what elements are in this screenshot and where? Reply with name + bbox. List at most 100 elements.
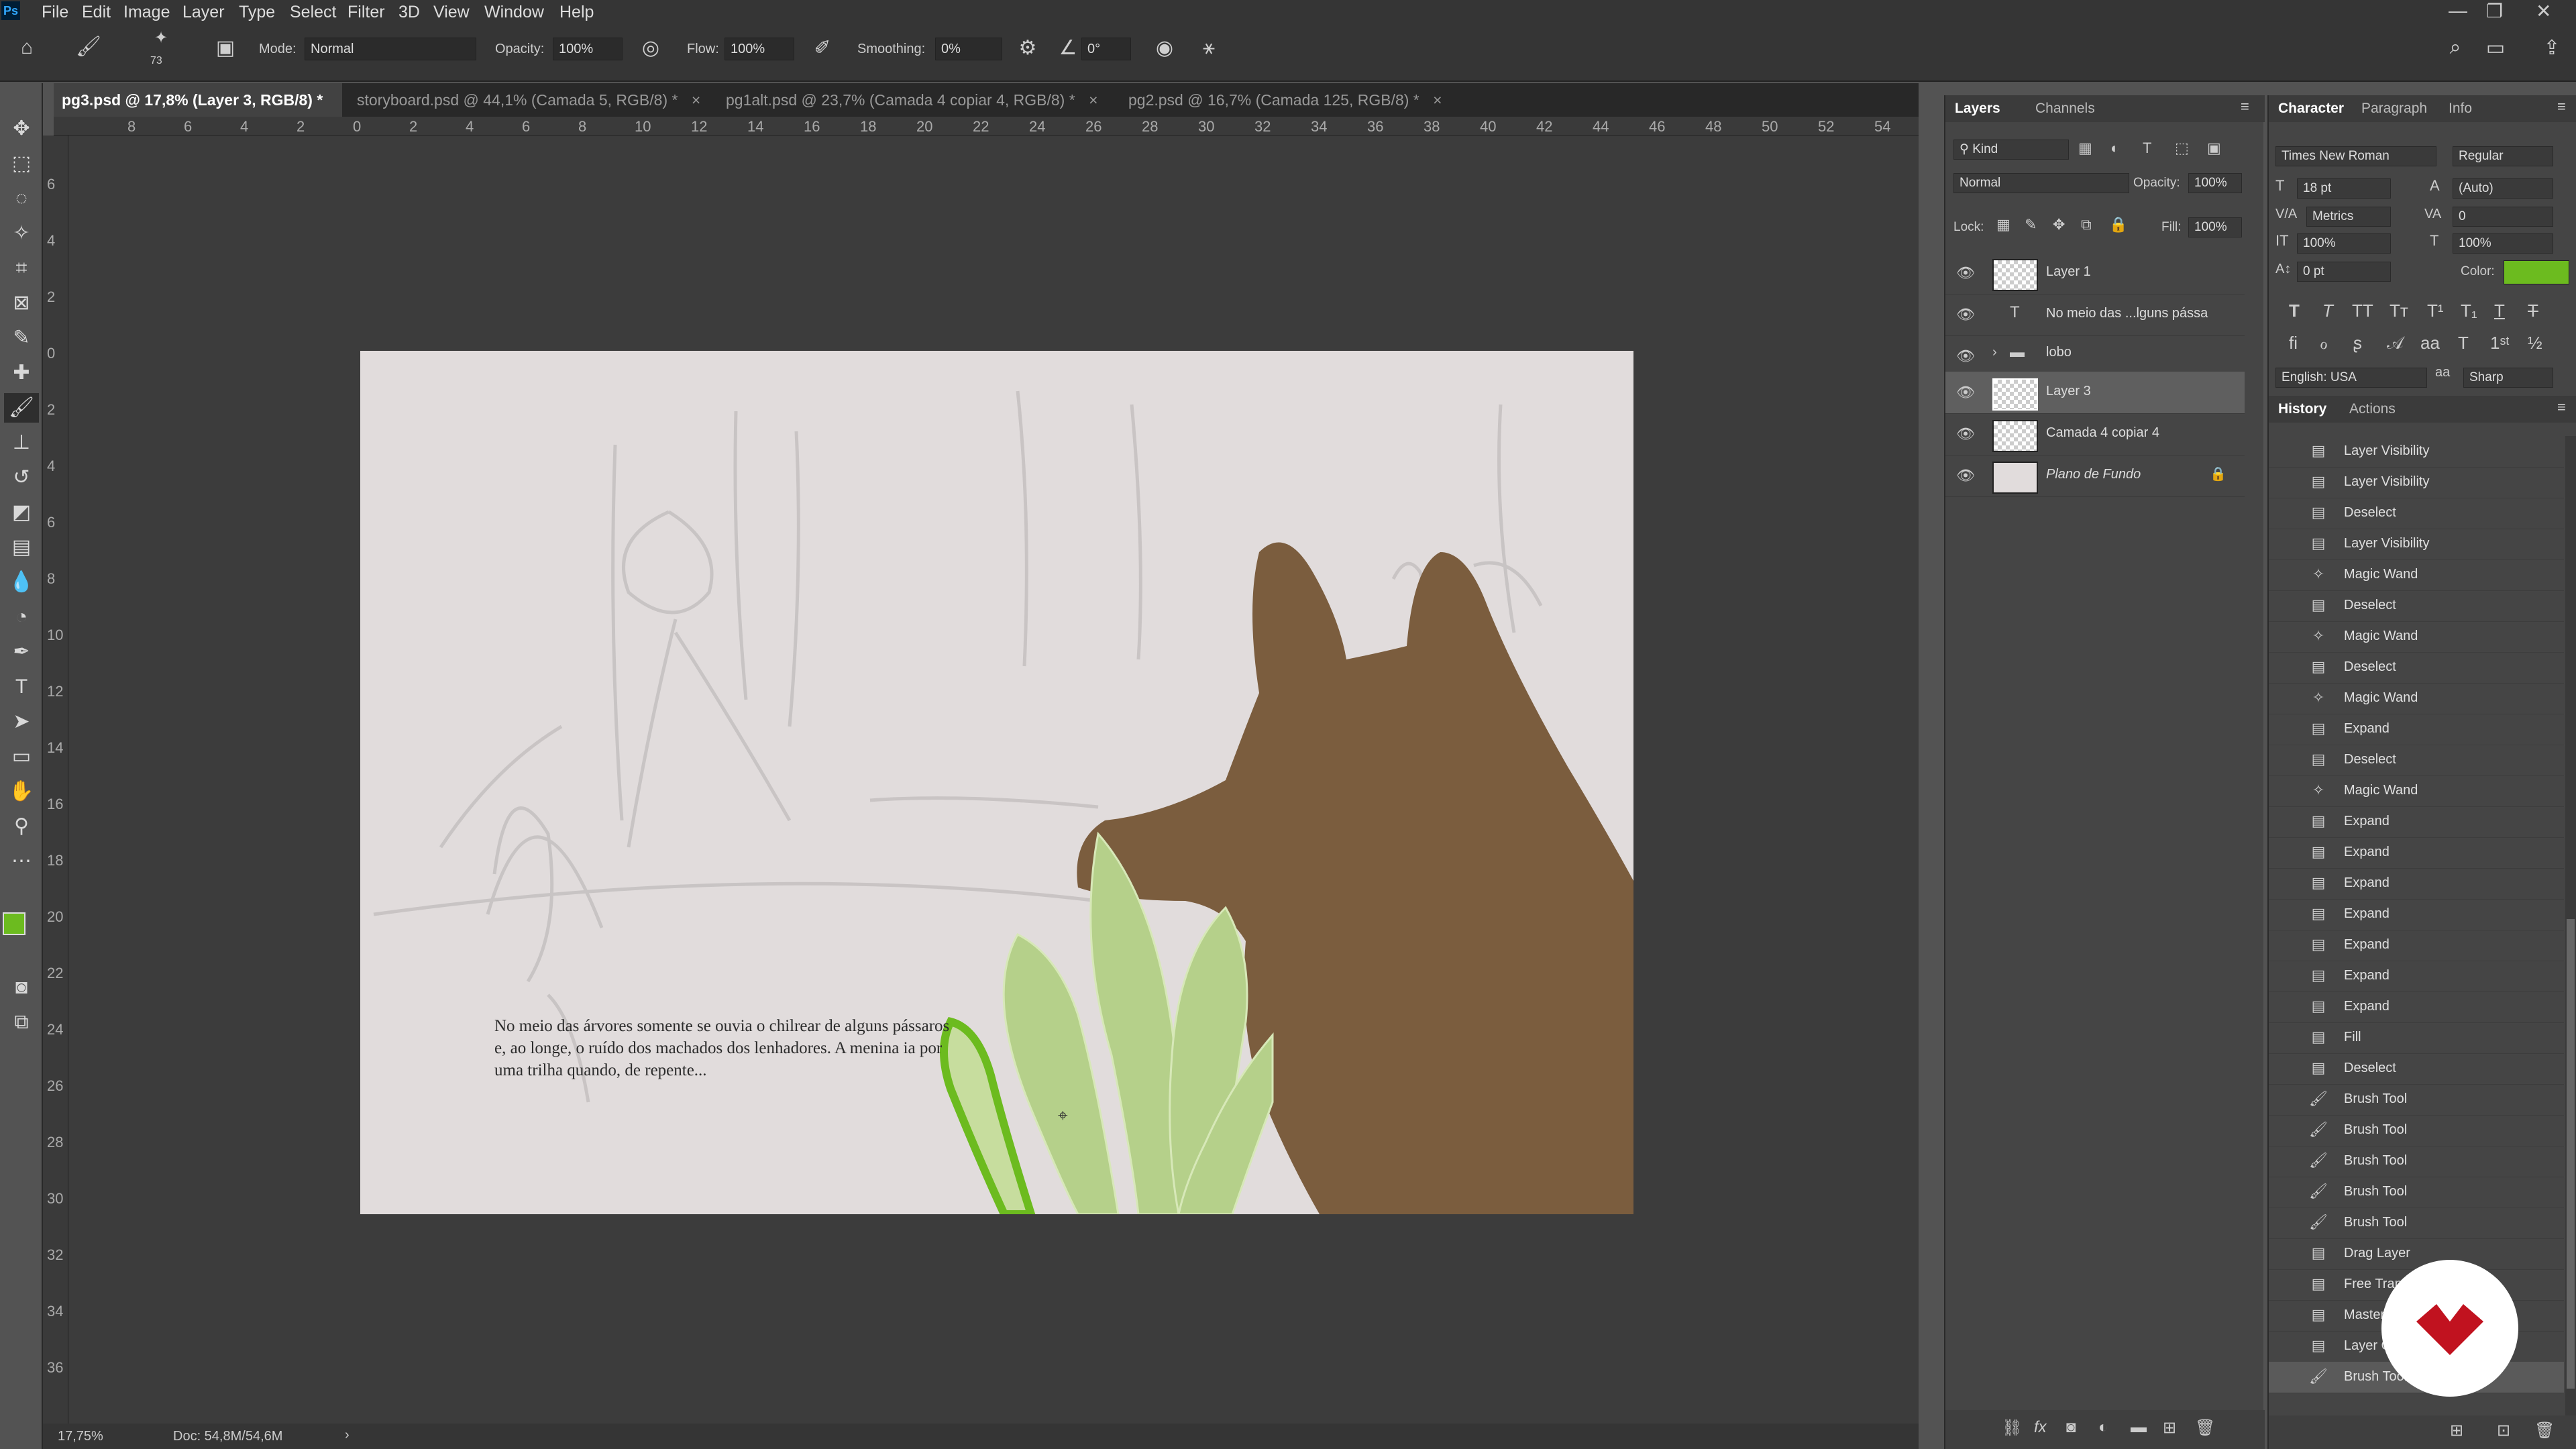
menu-view[interactable]: View — [433, 3, 470, 22]
opacity-input[interactable]: 100% — [553, 38, 623, 60]
filter-smart-icon[interactable]: ▣ — [2207, 140, 2221, 157]
new-layer-icon[interactable]: ⊞ — [2163, 1418, 2176, 1438]
brush-panel-icon[interactable]: ▣ — [212, 36, 239, 60]
visibility-eye-icon[interactable]: 👁 — [1956, 467, 1975, 484]
trash-icon[interactable]: 🗑 — [2534, 1421, 2555, 1440]
small-caps-icon[interactable]: Tт — [2390, 301, 2408, 321]
tab-paragraph[interactable]: Paragraph — [2352, 95, 2436, 122]
visibility-eye-icon[interactable]: 👁 — [1956, 306, 1975, 323]
ordinal-icon[interactable]: 1ˢᵗ — [2490, 333, 2510, 354]
pressure-opacity-icon[interactable]: ◎ — [637, 36, 664, 60]
leading-input[interactable]: (Auto) — [2453, 178, 2553, 199]
strikethrough-icon[interactable]: T — [2528, 301, 2538, 321]
hand-tool-icon[interactable]: ✋ — [4, 777, 39, 806]
history-state[interactable]: ▤ Layer Visibility — [2269, 436, 2564, 468]
menu-type[interactable]: Type — [239, 3, 275, 22]
menu-filter[interactable]: Filter — [347, 3, 385, 22]
link-layers-icon[interactable]: ⛓ — [2002, 1418, 2022, 1438]
history-state[interactable]: ▤ Expand — [2269, 868, 2564, 900]
baseline-shift-input[interactable]: 0 pt — [2297, 262, 2391, 282]
fill-input[interactable]: 100% — [2188, 217, 2242, 237]
tab-pg2[interactable]: pg2.psd @ 16,7% (Camada 125, RGB/8) * × — [1120, 83, 1462, 117]
history-state[interactable]: ▤ Expand — [2269, 961, 2564, 992]
superscript-icon[interactable]: T¹ — [2427, 301, 2444, 321]
story-text-layer[interactable]: No meio das árvores somente se ouvia o c… — [494, 1015, 951, 1081]
share-icon[interactable]: ⇪ — [2538, 36, 2565, 60]
horizontal-scale-input[interactable]: 100% — [2453, 233, 2553, 254]
chevron-right-icon[interactable]: › — [1992, 345, 1997, 360]
type-tool-icon[interactable]: T — [4, 672, 39, 702]
history-state[interactable]: ▤ Layer Visibility — [2269, 529, 2564, 560]
new-document-icon[interactable]: ⊞ — [2450, 1421, 2463, 1440]
lock-transparent-icon[interactable]: ▦ — [1996, 216, 2010, 233]
tab-pg3[interactable]: pg3.psd @ 17,8% (Layer 3, RGB/8) * × — [54, 83, 342, 142]
pressure-size-icon[interactable]: ◉ — [1151, 36, 1178, 60]
gradient-tool-icon[interactable]: ▤ — [4, 533, 39, 562]
scrollbar-thumb[interactable] — [2567, 919, 2575, 1389]
layer-opacity-input[interactable]: 100% — [2188, 173, 2242, 193]
visibility-eye-icon[interactable]: 👁 — [1956, 384, 1975, 401]
crop-tool-icon[interactable]: ⌗ — [4, 254, 39, 283]
angle-input[interactable]: 0° — [1081, 38, 1131, 60]
font-style-select[interactable]: Regular — [2453, 146, 2553, 166]
faux-italic-icon[interactable]: T — [2322, 301, 2333, 321]
tab-character[interactable]: Character — [2269, 95, 2353, 122]
history-state[interactable]: ▤ Expand — [2269, 991, 2564, 1023]
minimize-icon[interactable]: — — [2449, 0, 2467, 21]
history-state[interactable]: 🖌 Brush Tool — [2269, 1084, 2564, 1116]
tab-pg1alt[interactable]: pg1alt.psd @ 23,7% (Camada 4 copiar 4, R… — [718, 83, 1114, 117]
panel-menu-icon[interactable]: ≡ — [2241, 98, 2249, 115]
tab-layers[interactable]: Layers — [1945, 95, 2010, 122]
kerning-select[interactable]: Metrics — [2306, 207, 2391, 227]
subscript-icon[interactable]: T₁ — [2461, 301, 2477, 321]
history-state[interactable]: ✧ Magic Wand — [2269, 621, 2564, 653]
home-icon[interactable]: ⌂ — [13, 36, 40, 59]
history-state[interactable]: ▤ Layer Visibility — [2269, 467, 2564, 498]
menu-file[interactable]: File — [42, 3, 68, 22]
layer-row[interactable]: 👁 Plano de Fundo 🔒 — [1945, 455, 2245, 497]
history-state[interactable]: 🖌 Brush Tool — [2269, 1115, 2564, 1146]
new-group-icon[interactable]: ▬ — [2131, 1418, 2147, 1437]
history-state[interactable]: ▤ Deselect — [2269, 590, 2564, 622]
brush-size-preview[interactable]: ✦ — [142, 28, 180, 48]
menu-image[interactable]: Image — [123, 3, 170, 22]
flow-input[interactable]: 100% — [724, 38, 794, 60]
discretionary-icon[interactable]: ℴ — [2320, 333, 2328, 354]
stamp-tool-icon[interactable]: ⊥ — [4, 428, 39, 458]
layer-row[interactable]: 👁 T No meio das ...lguns pássa — [1945, 294, 2245, 336]
history-state[interactable]: ▤ Deselect — [2269, 498, 2564, 529]
filter-shape-icon[interactable]: ⬚ — [2175, 140, 2189, 157]
lasso-tool-icon[interactable]: ◌ — [4, 184, 39, 213]
faux-bold-icon[interactable]: T — [2289, 301, 2300, 321]
underline-icon[interactable]: T — [2494, 301, 2505, 321]
panel-menu-icon[interactable]: ≡ — [2557, 398, 2566, 416]
airbrush-icon[interactable]: ✐ — [809, 36, 836, 60]
search-icon[interactable]: ⌕ — [2442, 36, 2469, 59]
lock-pixels-icon[interactable]: ✎ — [2025, 216, 2037, 233]
lock-position-icon[interactable]: ✥ — [2053, 216, 2065, 233]
zoom-level[interactable]: 17,75% — [58, 1429, 103, 1444]
blur-tool-icon[interactable]: 💧 — [4, 568, 39, 597]
filter-type-icon[interactable]: T — [2143, 140, 2151, 157]
layer-row[interactable]: 👁 Layer 1 — [1945, 252, 2245, 294]
close-icon[interactable]: ✕ — [2536, 0, 2551, 22]
filter-adjust-icon[interactable]: ◐ — [2110, 140, 2119, 157]
stylistic-icon[interactable]: 𝒜 — [2387, 333, 2404, 354]
filter-pixel-icon[interactable]: ▦ — [2078, 140, 2092, 157]
history-scrollbar[interactable] — [2565, 436, 2576, 1415]
panel-menu-icon[interactable]: ≡ — [2557, 98, 2566, 115]
snapshot-icon[interactable]: ⊡ — [2497, 1421, 2510, 1440]
tab-close-icon[interactable]: × — [1089, 91, 1097, 109]
brush-preset-icon[interactable]: 🖌 — [75, 35, 102, 58]
history-state[interactable]: 🖌 Brush Tool — [2269, 1208, 2564, 1239]
history-state[interactable]: ▤ Deselect — [2269, 652, 2564, 684]
foreground-color-swatch[interactable] — [3, 912, 25, 935]
all-caps-icon[interactable]: TT — [2352, 301, 2373, 321]
dodge-tool-icon[interactable]: ◔ — [4, 602, 39, 632]
trash-icon[interactable]: 🗑 — [2195, 1418, 2215, 1438]
frame-tool-icon[interactable]: ⊠ — [4, 288, 39, 318]
history-state[interactable]: ▤ Fill — [2269, 1022, 2564, 1054]
gear-icon[interactable]: ⚙ — [1014, 36, 1041, 60]
tab-info[interactable]: Info — [2439, 95, 2481, 122]
text-color-swatch[interactable] — [2504, 260, 2569, 284]
